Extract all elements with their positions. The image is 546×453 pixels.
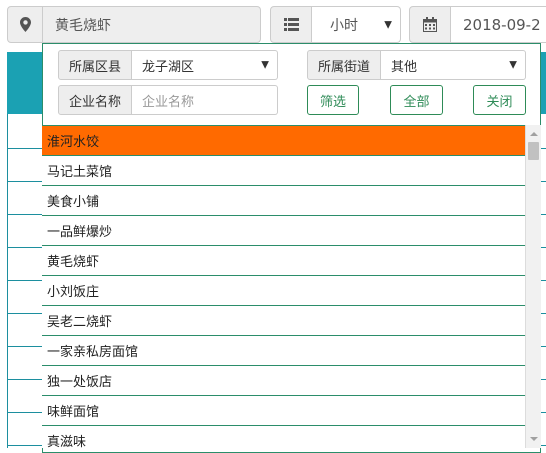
list-item[interactable]: 马记土菜馆 <box>42 156 525 186</box>
map-marker-icon <box>19 17 31 32</box>
enterprise-list: 淮河水饺 马记土菜馆 美食小铺 一品鲜爆炒 黄毛烧虾 小刘饭庄 吴老二烧虾 一家… <box>42 125 525 448</box>
list-item[interactable]: 淮河水饺 <box>42 126 525 156</box>
list-item-label: 味鲜面馆 <box>47 405 100 420</box>
chevron-down-icon: ▼ <box>509 59 517 71</box>
list-item[interactable]: 独一处饭店 <box>42 366 525 396</box>
unit-value: 小时 <box>330 17 358 34</box>
all-button[interactable]: 全部 <box>390 85 443 115</box>
street-label-text: 所属街道 <box>317 59 370 75</box>
street-label: 所属街道 <box>307 50 381 80</box>
all-button-label: 全部 <box>403 94 430 110</box>
location-input[interactable]: 黄毛烧虾 <box>43 6 261 43</box>
company-label-text: 企业名称 <box>68 94 121 110</box>
company-name-input[interactable]: 企业名称 <box>132 85 278 115</box>
date-input[interactable]: 2018-09-2 <box>451 6 546 43</box>
chevron-down-icon: ▼ <box>261 59 269 71</box>
list-item[interactable]: 一家亲私房面馆 <box>42 336 525 366</box>
list-item[interactable]: 真滋味 <box>42 426 525 448</box>
list-item[interactable]: 味鲜面馆 <box>42 396 525 426</box>
list-icon <box>283 18 299 31</box>
calendar-icon <box>423 17 437 32</box>
unit-addon <box>270 6 312 43</box>
list-item-label: 淮河水饺 <box>47 135 100 150</box>
list-scrollbar[interactable] <box>525 125 541 448</box>
list-item-label: 真滋味 <box>47 435 87 448</box>
district-select[interactable]: 龙子湖区 ▼ <box>132 50 278 80</box>
table-left-border <box>7 114 8 448</box>
date-value: 2018-09-2 <box>463 15 541 34</box>
chevron-down-icon: ▼ <box>384 19 392 30</box>
location-value: 黄毛烧虾 <box>55 17 111 34</box>
list-item-label: 一品鲜爆炒 <box>47 225 113 240</box>
district-value: 龙子湖区 <box>142 59 195 75</box>
list-item-label: 美食小铺 <box>47 195 100 210</box>
list-item[interactable]: 美食小铺 <box>42 186 525 216</box>
list-item[interactable]: 黄毛烧虾 <box>42 246 525 276</box>
close-button-label: 关闭 <box>486 94 513 110</box>
list-item-label: 一家亲私房面馆 <box>47 345 139 360</box>
company-placeholder: 企业名称 <box>142 94 195 110</box>
district-label-text: 所属区县 <box>68 59 121 75</box>
list-item-label: 独一处饭店 <box>47 375 113 390</box>
unit-select[interactable]: 小时 ▼ <box>312 6 401 43</box>
street-select[interactable]: 其他 ▼ <box>381 50 526 80</box>
filter-button-label: 筛选 <box>319 94 346 110</box>
list-item-label: 小刘饭庄 <box>47 285 100 300</box>
scroll-up-arrow-icon[interactable] <box>526 127 542 141</box>
date-addon <box>409 6 451 43</box>
list-item-label: 吴老二烧虾 <box>47 315 113 330</box>
close-button[interactable]: 关闭 <box>473 85 526 115</box>
filter-button[interactable]: 筛选 <box>307 85 359 115</box>
company-label: 企业名称 <box>58 85 132 115</box>
list-item[interactable]: 一品鲜爆炒 <box>42 216 525 246</box>
scroll-down-arrow-icon[interactable] <box>526 432 542 446</box>
list-item[interactable]: 小刘饭庄 <box>42 276 525 306</box>
location-addon <box>7 6 43 43</box>
list-item-label: 马记土菜馆 <box>47 165 113 180</box>
list-item-label: 黄毛烧虾 <box>47 255 100 270</box>
district-label: 所属区县 <box>58 50 132 80</box>
list-item[interactable]: 吴老二烧虾 <box>42 306 525 336</box>
street-value: 其他 <box>391 59 418 75</box>
scrollbar-thumb[interactable] <box>528 142 539 160</box>
